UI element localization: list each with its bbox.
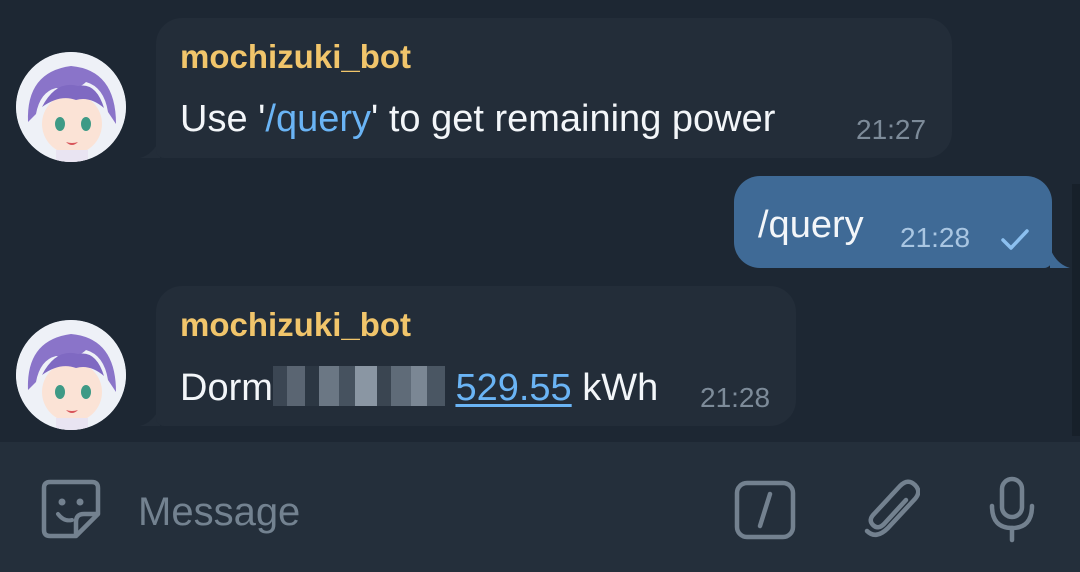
message-bubble-1[interactable]: mochizuki_bot Use '/query' to get remain… bbox=[156, 18, 952, 158]
sent-check-icon bbox=[1001, 229, 1029, 250]
bot-avatar[interactable] bbox=[16, 320, 126, 430]
scroll-track bbox=[1072, 184, 1080, 436]
chat-area[interactable]: mochizuki_bot Use '/query' to get remain… bbox=[0, 0, 1080, 442]
sticker-icon[interactable] bbox=[40, 478, 102, 540]
bot-avatar[interactable] bbox=[16, 52, 126, 162]
bot-command-link[interactable]: /query bbox=[265, 98, 371, 140]
sender-name[interactable]: mochizuki_bot bbox=[180, 306, 411, 344]
pixelated-redaction bbox=[272, 366, 445, 406]
sender-name[interactable]: mochizuki_bot bbox=[180, 38, 411, 76]
message-time: 21:28 bbox=[700, 382, 771, 413]
bot-command-icon[interactable] bbox=[734, 480, 796, 540]
message-bubble-2[interactable]: /query 21:28 bbox=[734, 176, 1052, 268]
message-composer: Message bbox=[0, 442, 1080, 572]
value-link[interactable]: 529.55 bbox=[455, 367, 571, 409]
message-text: Dorm 529.55 kWh bbox=[180, 366, 659, 409]
message-time: 21:27 bbox=[856, 114, 927, 145]
message-bubble-3[interactable]: mochizuki_bot Dorm 529.55 kWh 21:28 bbox=[156, 286, 796, 426]
message-text: Use '/query' to get remaining power bbox=[180, 98, 776, 140]
message-time: 21:28 bbox=[900, 222, 971, 253]
bubble-tail bbox=[1050, 248, 1070, 268]
microphone-icon[interactable] bbox=[986, 476, 1038, 544]
message-text: /query bbox=[758, 204, 864, 246]
attach-icon[interactable] bbox=[862, 478, 920, 542]
message-input[interactable]: Message bbox=[138, 490, 300, 535]
